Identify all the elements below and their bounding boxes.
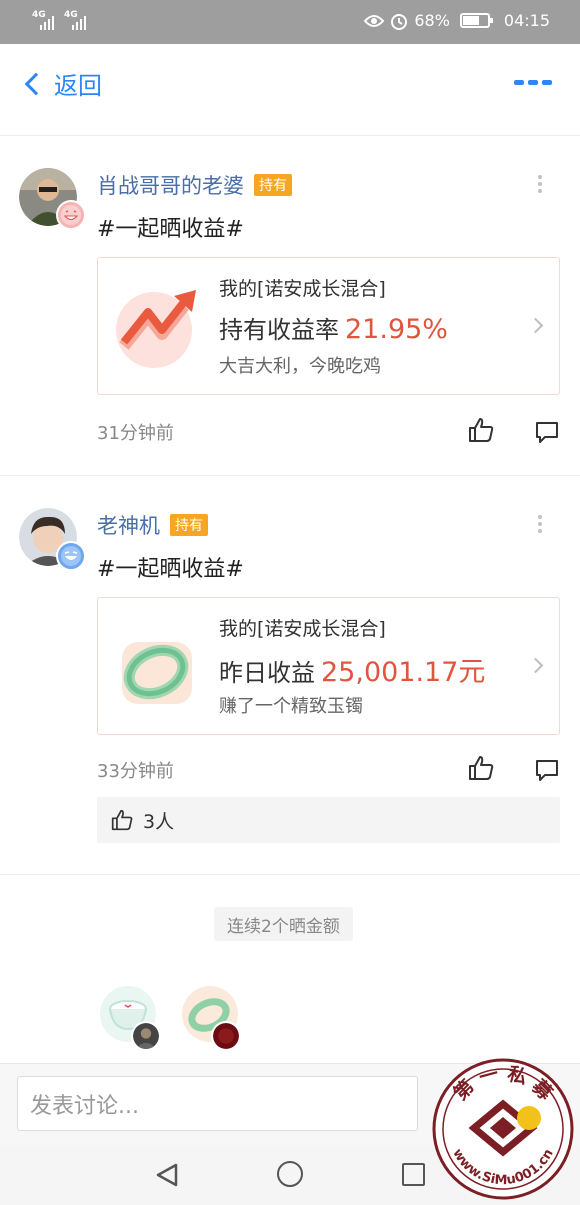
earnings-label: 昨日收益 bbox=[219, 659, 315, 687]
comment-icon[interactable] bbox=[535, 758, 559, 782]
holding-badge: 持有 bbox=[254, 174, 292, 196]
chevron-right-icon bbox=[527, 317, 544, 334]
earnings-line: 昨日收益 25,001.17元 bbox=[219, 650, 485, 689]
consecutive-label: 连续2个晒金额 bbox=[214, 907, 353, 941]
post-menu-button[interactable] bbox=[538, 175, 542, 193]
top-bar: 返回 bbox=[0, 44, 580, 136]
fund-name: 我的[诺安成长混合] bbox=[219, 278, 386, 300]
simu-watermark-logo: 第 一 私 募 www.SiMu001.cn bbox=[432, 1058, 574, 1200]
username-text: 老神机 bbox=[97, 514, 160, 538]
nav-back-icon[interactable] bbox=[154, 1162, 180, 1188]
clock: 04:15 bbox=[503, 11, 550, 30]
post-time: 31分钟前 bbox=[97, 423, 174, 444]
thumbs-up-icon bbox=[111, 809, 133, 831]
divider bbox=[0, 874, 580, 875]
battery-percent: 68% bbox=[414, 11, 450, 30]
likes-count: 3人 bbox=[143, 810, 175, 833]
likes-summary[interactable]: 3人 bbox=[97, 797, 560, 843]
chevron-left-icon bbox=[24, 72, 48, 95]
trend-up-icon bbox=[116, 290, 196, 368]
earnings-card[interactable]: 我的[诺安成长混合] 持有收益率 21.95% 大吉大利，今晚吃鸡 bbox=[97, 257, 560, 395]
earnings-caption: 大吉大利，今晚吃鸡 bbox=[219, 356, 381, 377]
thumbs-up-icon[interactable] bbox=[468, 755, 494, 781]
thumbs-up-icon[interactable] bbox=[468, 417, 494, 443]
signal-icon-1: 4G bbox=[32, 10, 54, 30]
battery-icon bbox=[459, 13, 493, 28]
username[interactable]: 肖战哥哥的老婆 持有 bbox=[97, 170, 292, 200]
nav-home-icon[interactable] bbox=[277, 1161, 303, 1187]
post-text: #一起晒收益# bbox=[97, 217, 244, 242]
chevron-right-icon bbox=[527, 657, 544, 674]
grin-emoji-icon bbox=[56, 200, 86, 230]
fund-name: 我的[诺安成长混合] bbox=[219, 618, 386, 640]
username[interactable]: 老神机 持有 bbox=[97, 510, 208, 540]
status-bar: 4G 4G 68% 04:15 bbox=[0, 0, 580, 44]
comment-placeholder: 发表讨论... bbox=[30, 1093, 139, 1119]
earnings-card[interactable]: 我的[诺安成长混合] 昨日收益 25,001.17元 赚了一个精致玉镯 bbox=[97, 597, 560, 735]
post-time: 33分钟前 bbox=[97, 761, 174, 782]
divider bbox=[0, 475, 580, 476]
post-text: #一起晒收益# bbox=[97, 557, 244, 582]
holding-badge: 持有 bbox=[170, 514, 208, 536]
signal-icon-2: 4G bbox=[64, 10, 86, 30]
earnings-value: 25,001.17元 bbox=[321, 657, 486, 688]
earnings-caption: 赚了一个精致玉镯 bbox=[219, 696, 363, 717]
username-text: 肖战哥哥的老婆 bbox=[97, 174, 244, 198]
earnings-value: 21.95% bbox=[345, 314, 448, 345]
post-menu-button[interactable] bbox=[538, 515, 542, 533]
avatar-mini bbox=[211, 1021, 241, 1051]
alarm-icon bbox=[391, 13, 408, 30]
laugh-emoji-icon bbox=[56, 541, 86, 571]
eye-icon bbox=[364, 14, 385, 27]
back-button[interactable]: 返回 bbox=[22, 66, 102, 101]
comment-icon[interactable] bbox=[535, 420, 559, 444]
nav-recents-icon[interactable] bbox=[402, 1163, 425, 1186]
jade-bracelet-icon bbox=[122, 642, 192, 704]
avatar-mini bbox=[131, 1021, 161, 1051]
back-label: 返回 bbox=[54, 72, 102, 100]
comment-input[interactable]: 发表讨论... bbox=[17, 1076, 418, 1131]
earnings-line: 持有收益率 21.95% bbox=[219, 310, 448, 345]
more-options-button[interactable] bbox=[514, 80, 552, 85]
earnings-label: 持有收益率 bbox=[219, 316, 339, 344]
